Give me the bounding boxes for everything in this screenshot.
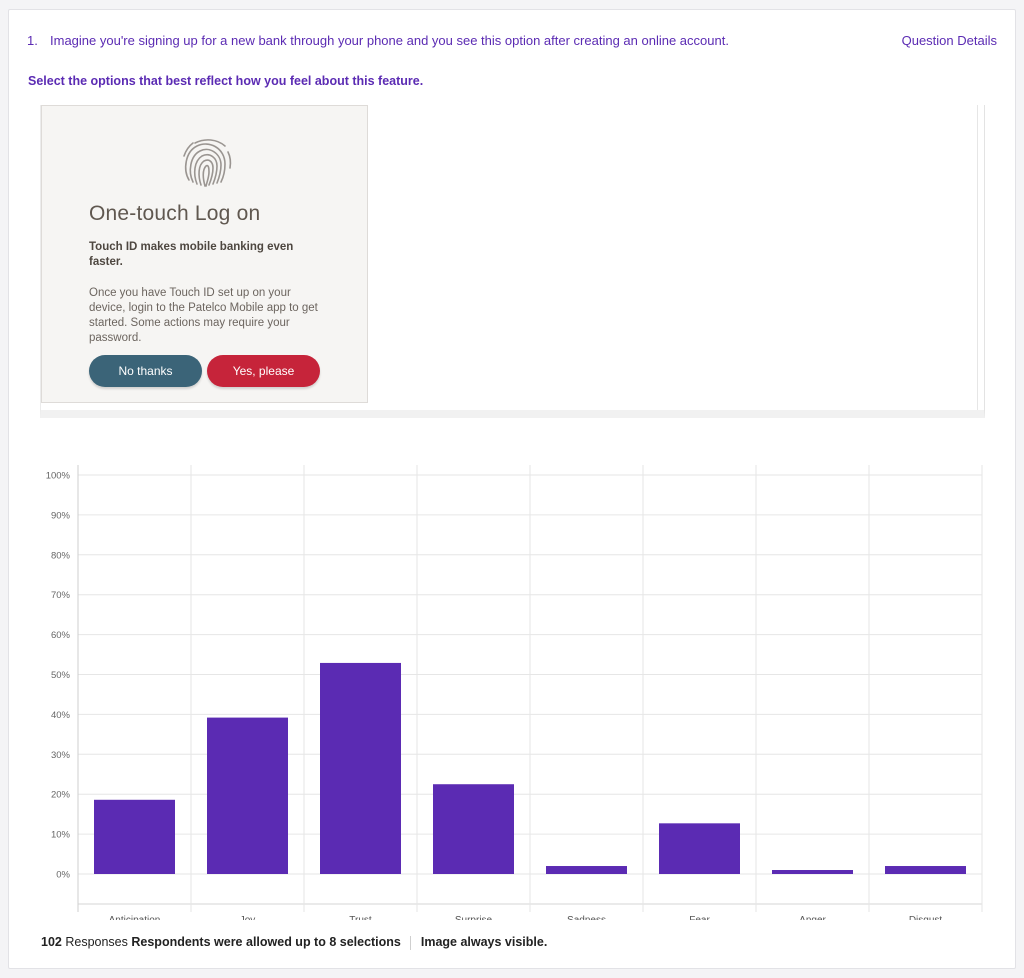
x-tick-label: Surprise bbox=[455, 915, 493, 920]
y-tick-label: 30% bbox=[51, 750, 71, 761]
question-details-link[interactable]: Question Details bbox=[902, 33, 997, 48]
image-frame-divider bbox=[977, 105, 978, 410]
y-tick-label: 50% bbox=[51, 670, 71, 681]
chart-svg: 0% 10% 20% 30% 40% 50% 60% 70% 80% 90% 100% Anticip… bbox=[46, 465, 983, 920]
bar-surprise bbox=[433, 784, 514, 874]
question-card: 1. Imagine you're signing up for a new b… bbox=[8, 9, 1016, 969]
y-tick-label: 100% bbox=[46, 471, 71, 482]
bar-sadness bbox=[546, 866, 627, 874]
prompt-body: Once you have Touch ID set up on your de… bbox=[89, 287, 318, 344]
responses-label: Responses bbox=[65, 935, 128, 949]
x-tick-label: Joy bbox=[240, 915, 256, 920]
touch-id-prompt: One-touch Log on Touch ID makes mobile b… bbox=[41, 105, 368, 403]
selection-note: Respondents were allowed up to 8 selecti… bbox=[131, 935, 401, 949]
bar-joy bbox=[207, 717, 288, 874]
x-tick-label: Anger bbox=[799, 915, 826, 920]
x-tick-label: Trust bbox=[349, 915, 372, 920]
question-text: Imagine you're signing up for a new bank… bbox=[50, 33, 729, 48]
bar-fear bbox=[659, 823, 740, 874]
fingerprint-icon bbox=[183, 139, 232, 187]
footer-divider bbox=[410, 935, 412, 950]
y-tick-label: 80% bbox=[51, 550, 71, 561]
no-thanks-button[interactable]: No thanks bbox=[89, 355, 202, 387]
y-tick-label: 40% bbox=[51, 710, 71, 721]
prompt-subtitle: Touch ID makes mobile banking even faste… bbox=[89, 241, 294, 268]
prompt-title: One-touch Log on bbox=[89, 202, 261, 225]
y-tick-label: 0% bbox=[56, 870, 70, 881]
stimulus-image: One-touch Log on Touch ID makes mobile b… bbox=[40, 105, 985, 418]
x-tick-label: Disgust bbox=[909, 915, 943, 920]
visibility-note: Image always visible. bbox=[420, 935, 548, 949]
x-tick-label: Fear bbox=[689, 915, 710, 920]
x-tick-label: Sadness bbox=[567, 915, 606, 920]
question-instruction: Select the options that best reflect how… bbox=[28, 74, 424, 88]
bar-trust bbox=[320, 662, 401, 874]
response-summary: 102 Responses Respondents were allowed u… bbox=[41, 935, 547, 950]
yes-please-button[interactable]: Yes, please bbox=[207, 355, 320, 387]
bar-anger bbox=[772, 870, 853, 874]
emotion-bar-chart: 0% 10% 20% 30% 40% 50% 60% 70% 80% 90% 100% Anticip… bbox=[9, 450, 1017, 920]
y-tick-label: 20% bbox=[51, 790, 71, 801]
question-header: 1. Imagine you're signing up for a new b… bbox=[27, 33, 997, 51]
question-number: 1. bbox=[27, 33, 38, 48]
y-tick-label: 60% bbox=[51, 630, 71, 641]
x-tick-label: Anticipation bbox=[109, 915, 161, 920]
y-tick-label: 10% bbox=[51, 830, 71, 841]
y-tick-label: 70% bbox=[51, 590, 71, 601]
y-tick-label: 90% bbox=[51, 510, 71, 521]
responses-count: 102 bbox=[41, 935, 62, 949]
bar-disgust bbox=[885, 866, 966, 874]
bar-anticipation bbox=[94, 799, 175, 874]
